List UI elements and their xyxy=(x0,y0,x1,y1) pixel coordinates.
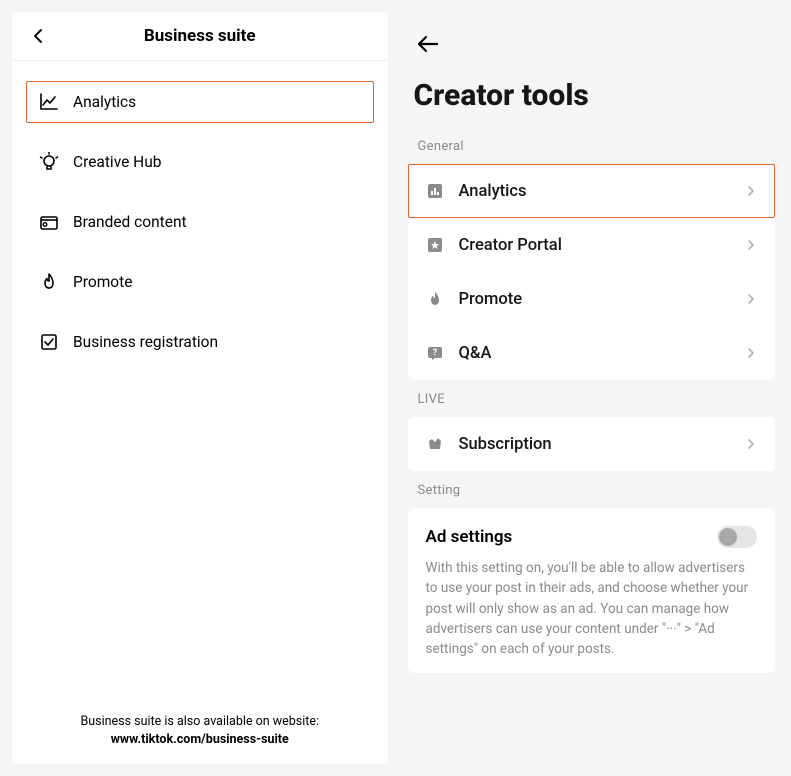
footer-note: Business suite is also available on webs… xyxy=(12,701,388,765)
card-item-creator-portal[interactable]: Creator Portal xyxy=(408,218,776,272)
business-suite-panel: Business suite Analytics Creative Hub xyxy=(12,12,388,764)
branded-content-icon xyxy=(39,212,59,232)
ad-settings-row: Ad settings xyxy=(426,526,758,548)
menu-item-label: Promote xyxy=(73,273,132,291)
lightbulb-icon xyxy=(39,152,59,172)
ad-settings-title: Ad settings xyxy=(426,527,513,547)
chevron-right-icon xyxy=(744,184,758,198)
section-label-general: General xyxy=(404,127,780,164)
left-title: Business suite xyxy=(28,26,372,46)
left-header: Business suite xyxy=(12,12,388,61)
card-item-subscription[interactable]: Subscription xyxy=(408,417,776,471)
toggle-knob xyxy=(719,528,737,546)
menu-item-analytics[interactable]: Analytics xyxy=(26,81,374,123)
chevron-right-icon xyxy=(744,292,758,306)
footer-prefix: Business suite is also available on webs… xyxy=(80,714,319,729)
menu-item-creative-hub[interactable]: Creative Hub xyxy=(26,141,374,183)
analytics-icon xyxy=(39,92,59,112)
subscription-icon xyxy=(425,434,445,454)
back-button-left[interactable] xyxy=(28,26,48,46)
card-item-analytics[interactable]: Analytics xyxy=(408,164,776,218)
chevron-right-icon xyxy=(744,238,758,252)
menu-item-label: Branded content xyxy=(73,213,187,231)
right-header xyxy=(404,12,780,58)
creator-portal-icon xyxy=(425,235,445,255)
menu-item-business-registration[interactable]: Business registration xyxy=(26,321,374,363)
menu-item-promote[interactable]: Promote xyxy=(26,261,374,303)
card-item-label: Promote xyxy=(459,290,731,309)
ad-settings-description: With this setting on, you'll be able to … xyxy=(426,558,758,659)
chevron-right-icon xyxy=(744,437,758,451)
flame-icon xyxy=(39,272,59,292)
right-title: Creator tools xyxy=(404,58,780,127)
creator-tools-panel: Creator tools General Analytics xyxy=(404,12,780,764)
flame-icon xyxy=(425,289,445,309)
menu-item-label: Business registration xyxy=(73,333,218,351)
live-card: Subscription xyxy=(408,417,776,471)
card-item-label: Subscription xyxy=(459,435,731,454)
menu-item-branded-content[interactable]: Branded content xyxy=(26,201,374,243)
arrow-left-icon xyxy=(417,35,439,53)
card-item-label: Creator Portal xyxy=(459,236,731,255)
chevron-left-icon xyxy=(33,28,43,44)
section-label-live: LIVE xyxy=(404,380,780,417)
section-label-setting: Setting xyxy=(404,471,780,508)
qa-icon: ? xyxy=(425,343,445,363)
analytics-icon xyxy=(425,181,445,201)
card-item-label: Analytics xyxy=(459,182,731,201)
general-card: Analytics Creator Portal xyxy=(408,164,776,380)
card-item-qa[interactable]: ? Q&A xyxy=(408,326,776,380)
ad-settings-card: Ad settings With this setting on, you'll… xyxy=(408,508,776,673)
chevron-right-icon xyxy=(744,346,758,360)
menu-item-label: Creative Hub xyxy=(73,153,161,171)
footer-link[interactable]: www.tiktok.com/business-suite xyxy=(111,732,289,747)
left-menu: Analytics Creative Hub Branded conte xyxy=(12,61,388,701)
card-item-label: Q&A xyxy=(459,344,731,363)
back-button-right[interactable] xyxy=(414,30,442,58)
svg-text:?: ? xyxy=(432,348,437,358)
menu-item-label: Analytics xyxy=(73,93,136,111)
card-item-promote[interactable]: Promote xyxy=(408,272,776,326)
registration-icon xyxy=(39,332,59,352)
ad-settings-toggle[interactable] xyxy=(717,526,757,548)
